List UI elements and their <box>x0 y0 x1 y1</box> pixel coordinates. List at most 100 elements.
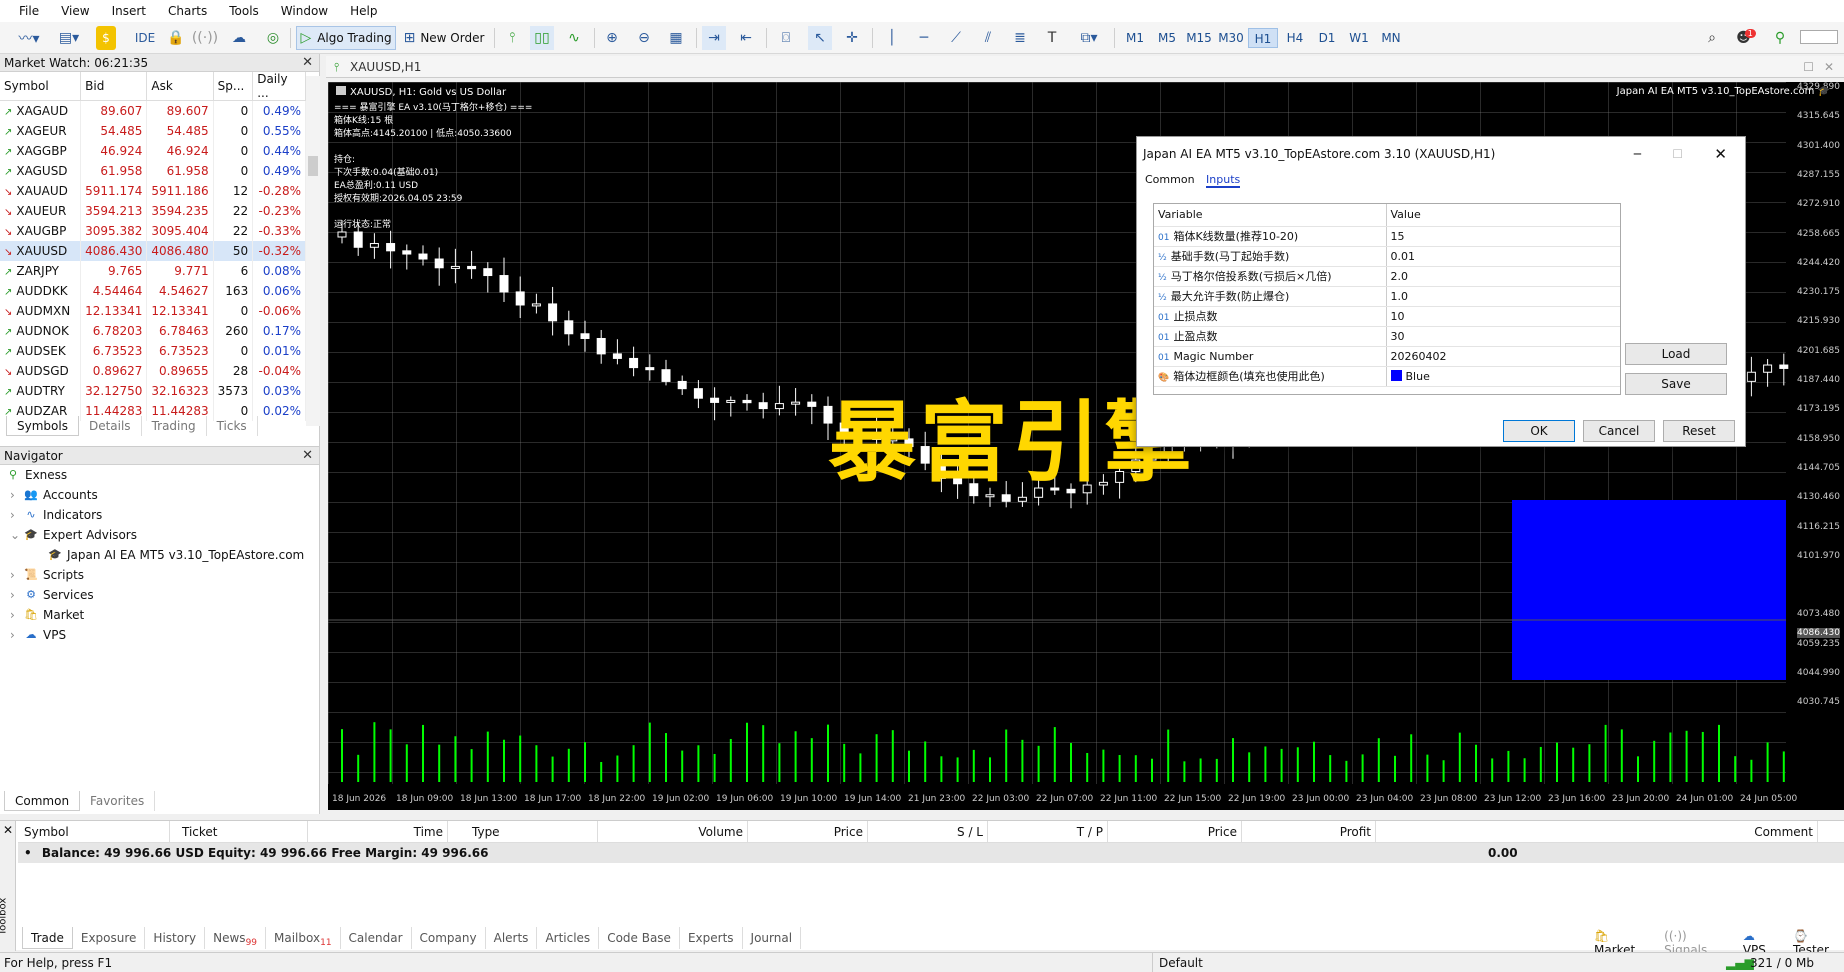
account-icon[interactable]: ⚲ <box>1770 26 1790 50</box>
toolbox-tab[interactable]: Articles <box>537 927 600 949</box>
input-value[interactable]: 2.0 <box>1385 266 1620 287</box>
nav-ea-japan-ai[interactable]: 🎓 Japan AI EA MT5 v3.10_TopEAstore.com <box>48 545 304 565</box>
screenshot-icon[interactable]: ⌼ <box>774 26 798 50</box>
toolbox-tab[interactable]: History <box>145 927 206 949</box>
trendline-icon[interactable]: ⟋ <box>946 26 966 50</box>
nav-services[interactable]: › ⚙ Services <box>10 585 94 605</box>
toolbox-tab[interactable]: Exposure <box>73 927 146 949</box>
orders-col-header[interactable]: Time <box>318 821 448 843</box>
input-row[interactable]: 01 止盈点数 30 <box>1154 326 1620 347</box>
tab-trading[interactable]: Trading <box>142 416 207 436</box>
vps-icon[interactable]: ◎ <box>262 26 284 50</box>
orders-col-header[interactable]: S / L <box>878 821 988 843</box>
close-icon[interactable]: ✕ <box>3 823 13 837</box>
cursor-icon[interactable]: ↖ <box>808 26 832 50</box>
input-value[interactable]: 15 <box>1385 226 1620 247</box>
input-row[interactable]: ½ 马丁格尔倍投系数(亏损后×几倍) 2.0 <box>1154 266 1620 287</box>
tf-h4[interactable]: H4 <box>1280 28 1310 48</box>
input-row[interactable]: ½ 最大允许手数(防止爆仓) 1.0 <box>1154 286 1620 307</box>
menu-view[interactable]: View <box>50 0 100 22</box>
nav-scripts[interactable]: › 📜 Scripts <box>10 565 84 585</box>
tf-mn[interactable]: MN <box>1376 28 1406 48</box>
close-icon[interactable]: ✕ <box>302 54 313 72</box>
close-icon[interactable]: ✕ <box>1714 137 1727 171</box>
chart-shift-icon[interactable]: ⇤ <box>734 26 758 50</box>
col-spread[interactable]: Sp... <box>213 72 254 101</box>
market-watch-row[interactable]: ↗ XAGEUR 54.485 54.485 0 0.55% <box>0 120 306 141</box>
market-watch-row[interactable]: ↗ AUDSEK 6.73523 6.73523 0 0.01% <box>0 340 306 361</box>
col-bid[interactable]: Bid <box>80 72 148 101</box>
menu-tools[interactable]: Tools <box>218 0 270 22</box>
menu-charts[interactable]: Charts <box>157 0 218 22</box>
tf-m15[interactable]: M15 <box>1184 28 1214 48</box>
expand-icon[interactable]: › <box>10 625 24 645</box>
menu-window[interactable]: Window <box>270 0 339 22</box>
market-watch-row[interactable]: ↘ XAUGBP 3095.382 3095.404 22 -0.33% <box>0 220 306 241</box>
input-value[interactable]: Blue <box>1385 366 1620 387</box>
text-icon[interactable]: T <box>1042 26 1062 50</box>
tf-m5[interactable]: M5 <box>1152 28 1182 48</box>
expand-icon[interactable]: › <box>10 485 24 505</box>
save-button[interactable]: Save <box>1625 373 1727 395</box>
line-chart-icon[interactable]: ∿ <box>562 26 586 50</box>
channel-icon[interactable]: ⫽ <box>978 26 998 50</box>
bar-chart-icon[interactable]: ⫯ <box>500 26 524 50</box>
autoscroll-icon[interactable]: ⇥ <box>702 26 726 50</box>
fibo-icon[interactable]: ≣ <box>1010 26 1030 50</box>
scrollbar-thumb[interactable] <box>308 156 318 176</box>
orders-col-header[interactable]: Profit <box>1256 821 1376 843</box>
market-watch-row[interactable]: ↗ ZARJPY 9.765 9.771 6 0.08% <box>0 260 306 281</box>
signal-icon[interactable]: ((·)) <box>192 26 218 50</box>
market-watch-row[interactable]: ↗ XAGUSD 61.958 61.958 0 0.49% <box>0 160 306 181</box>
input-row[interactable]: 01 Magic Number 20260402 <box>1154 346 1620 367</box>
nav-accounts[interactable]: › 👥 Accounts <box>10 485 98 505</box>
toolbox-tab[interactable]: Calendar <box>341 927 412 949</box>
expand-icon[interactable]: › <box>10 585 24 605</box>
candles-icon[interactable]: ▯▯ <box>530 26 554 50</box>
market-watch-row[interactable]: ↗ AUDNOK 6.78203 6.78463 260 0.17% <box>0 320 306 341</box>
toolbox-tab[interactable]: Trade <box>22 927 73 949</box>
search-box[interactable] <box>1800 30 1838 44</box>
tf-h1[interactable]: H1 <box>1248 28 1278 48</box>
chart-type-icon[interactable]: 〰▾ <box>12 26 46 50</box>
new-order-button[interactable]: ⊞ New Order <box>402 26 486 50</box>
nav-exness[interactable]: ⚲ Exness <box>6 465 67 485</box>
menu-file[interactable]: File <box>8 0 50 22</box>
orders-col-header[interactable]: Price <box>758 821 868 843</box>
tab-inputs[interactable]: Inputs <box>1206 173 1241 188</box>
input-row[interactable]: ½ 基础手数(马丁起始手数) 0.01 <box>1154 246 1620 267</box>
menu-insert[interactable]: Insert <box>101 0 157 22</box>
expand-icon[interactable]: › <box>10 605 24 625</box>
crosshair-icon[interactable]: ✛ <box>840 26 864 50</box>
toolbox-tab[interactable]: Mailbox11 <box>266 927 341 949</box>
reset-button[interactable]: Reset <box>1663 420 1735 442</box>
zoom-out-icon[interactable]: ⊖ <box>632 26 656 50</box>
tf-m30[interactable]: M30 <box>1216 28 1246 48</box>
market-watch-scrollbar[interactable] <box>306 76 320 426</box>
orders-col-header[interactable]: Symbol <box>20 821 170 843</box>
zoom-in-icon[interactable]: ⊕ <box>600 26 624 50</box>
input-value[interactable]: 20260402 <box>1385 346 1620 367</box>
ide-button[interactable]: IDE <box>130 26 160 50</box>
orders-col-header[interactable]: Comment <box>1438 821 1818 843</box>
chart-tab[interactable]: XAUUSD,H1 <box>350 60 421 74</box>
vertical-line-icon[interactable]: │ <box>882 26 902 50</box>
toolbox-tab[interactable]: Alerts <box>486 927 538 949</box>
market-watch-row[interactable]: ↘ XAUAUD 5911.174 5911.186 12 -0.28% <box>0 180 306 201</box>
tf-w1[interactable]: W1 <box>1344 28 1374 48</box>
tab-details[interactable]: Details <box>79 416 142 436</box>
nav-market[interactable]: › 🛍 Market <box>10 605 84 625</box>
grid-icon[interactable]: ▦ <box>664 26 688 50</box>
nav-vps[interactable]: › ☁ VPS <box>10 625 66 645</box>
market-watch-row[interactable]: ↘ XAUUSD 4086.430 4086.480 50 -0.32% <box>0 240 306 261</box>
notifications-icon[interactable]: ☻ 1 <box>1732 26 1760 50</box>
toolbox-tab[interactable]: Journal <box>743 927 802 949</box>
minimize-icon[interactable]: ─ <box>1634 137 1641 171</box>
close-icon[interactable]: ✕ <box>302 447 313 465</box>
orders-col-header[interactable]: Type <box>468 821 598 843</box>
col-daily[interactable]: Daily ... <box>252 72 306 101</box>
new-chart-icon[interactable]: ▤▾ <box>52 26 86 50</box>
horizontal-line-icon[interactable]: ─ <box>914 26 934 50</box>
nav-indicators[interactable]: › ∿ Indicators <box>10 505 102 525</box>
dollar-icon[interactable]: $ <box>96 26 116 50</box>
